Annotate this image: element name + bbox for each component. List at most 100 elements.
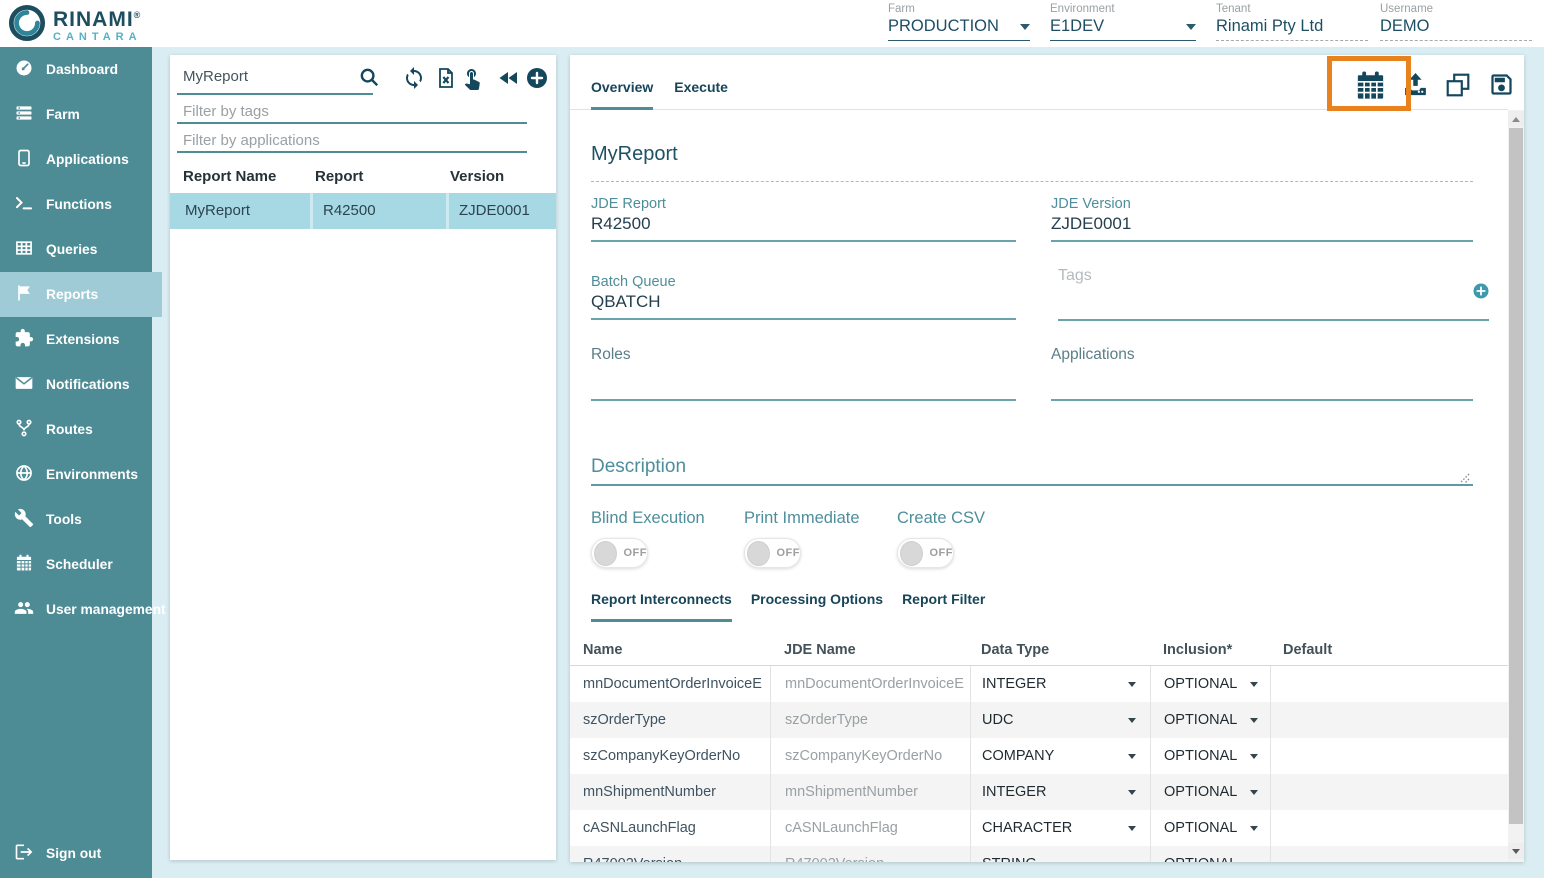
table-row: R47002Version R47002Version STRING OPTIO…	[570, 846, 1508, 862]
default-cell[interactable]	[1270, 702, 1508, 738]
subtab[interactable]: Report Filter	[902, 591, 985, 622]
add-tag-button[interactable]	[1472, 282, 1490, 305]
upload-icon[interactable]	[1402, 71, 1429, 103]
default-cell[interactable]	[1270, 738, 1508, 774]
save-icon[interactable]	[1488, 71, 1515, 103]
sidebar-item-extensions[interactable]: Extensions	[0, 317, 152, 362]
inclusion-select[interactable]: OPTIONAL	[1150, 846, 1270, 862]
sidebar-nav: Dashboard Farm Applications Functions Qu…	[0, 47, 152, 878]
jde-version-field[interactable]: ZJDE0001	[1051, 214, 1131, 234]
add-icon[interactable]	[525, 66, 549, 95]
jde-name-value: szCompanyKeyOrderNo	[785, 748, 942, 764]
farm-select[interactable]: Farm PRODUCTION	[888, 3, 1030, 41]
chevron-down-icon	[1128, 826, 1136, 831]
tenant-field[interactable]: Tenant Rinami Pty Ltd	[1216, 3, 1368, 41]
username-field[interactable]: Username DEMO	[1380, 3, 1532, 41]
inclusion-select[interactable]: OPTIONAL	[1150, 702, 1270, 738]
applications-tablet-icon	[14, 148, 34, 171]
filter-by-tags-input[interactable]	[183, 103, 513, 120]
inclusion-select[interactable]: OPTIONAL	[1150, 774, 1270, 810]
toggle-knob	[900, 541, 923, 566]
data-type-value: UDC	[982, 712, 1013, 728]
scrollbar-thumb[interactable]	[1509, 128, 1523, 824]
default-cell[interactable]	[1270, 774, 1508, 810]
subtab-label: Report Interconnects	[591, 591, 732, 607]
sidebar-item-applications[interactable]: Applications	[0, 137, 152, 182]
default-cell[interactable]	[1270, 666, 1508, 702]
interconnects-table-header: Name JDE Name Data Type Inclusion* Defau…	[570, 634, 1508, 666]
data-type-select[interactable]: COMPANY	[970, 738, 1150, 774]
jde-name-value: cASNLaunchFlag	[785, 820, 898, 836]
report-list-header: Report Name Report Version	[170, 160, 556, 193]
rewind-icon[interactable]	[497, 66, 521, 95]
sidebar-item-environments[interactable]: Environments	[0, 452, 152, 497]
search-input[interactable]	[183, 68, 351, 85]
column-header-version: Version	[446, 168, 556, 185]
triangle-up-icon	[1512, 117, 1520, 122]
interconnects-table-body: mnDocumentOrderInvoiceE mnDocumentOrderI…	[570, 666, 1508, 862]
toggle-switch[interactable]: OFF	[591, 538, 648, 568]
inclusion-select[interactable]: OPTIONAL	[1150, 810, 1270, 846]
data-type-select[interactable]: CHARACTER	[970, 810, 1150, 846]
subtab[interactable]: Report Interconnects	[591, 591, 732, 622]
filter-by-applications-input[interactable]	[183, 132, 513, 149]
toggle-switch[interactable]: OFF	[897, 538, 954, 568]
default-cell[interactable]	[1270, 846, 1508, 862]
sidebar-item-dashboard[interactable]: Dashboard	[0, 47, 152, 92]
report-title-field[interactable]: MyReport	[591, 143, 678, 166]
jde-name-cell: mnShipmentNumber	[770, 774, 970, 810]
sidebar-item-tools[interactable]: Tools	[0, 497, 152, 542]
sidebar-item-sign-out[interactable]: Sign out	[0, 831, 152, 876]
subtab[interactable]: Processing Options	[751, 591, 883, 622]
sidebar-item-farm[interactable]: Farm	[0, 92, 152, 137]
calendar-icon[interactable]	[1354, 69, 1387, 107]
tab[interactable]: Overview	[591, 55, 653, 110]
sidebar-item-routes[interactable]: Routes	[0, 407, 152, 452]
sidebar-item-functions[interactable]: Functions	[0, 182, 152, 227]
filter-tags-underline	[177, 122, 527, 124]
sidebar-item-queries[interactable]: Queries	[0, 227, 152, 272]
data-type-select[interactable]: INTEGER	[970, 666, 1150, 702]
report-list-row[interactable]: MyReport R42500 ZJDE0001	[170, 193, 556, 229]
data-type-select[interactable]: STRING	[970, 846, 1150, 862]
name-value: szCompanyKeyOrderNo	[583, 748, 740, 764]
column-header-data-type: Data Type	[970, 642, 1150, 658]
sidebar-item-scheduler[interactable]: Scheduler	[0, 542, 152, 587]
sidebar-item-user-management[interactable]: User management	[0, 587, 152, 632]
refresh-icon[interactable]	[402, 66, 426, 95]
inclusion-select[interactable]: OPTIONAL	[1150, 666, 1270, 702]
copy-icon[interactable]	[1445, 72, 1471, 103]
environment-select[interactable]: Environment E1DEV	[1050, 3, 1196, 41]
sidebar-item-notifications[interactable]: Notifications	[0, 362, 152, 407]
description-textarea[interactable]	[591, 484, 1473, 486]
column-header-inclusion: Inclusion*	[1150, 642, 1270, 658]
batch-queue-field[interactable]: QBATCH	[591, 292, 661, 312]
scrollbar-down-button[interactable]	[1508, 843, 1524, 859]
brand-name: RINAMI	[53, 8, 134, 31]
tags-field[interactable]: Tags	[1058, 267, 1092, 285]
search-icon[interactable]	[358, 66, 380, 93]
jde-report-field[interactable]: R42500	[591, 214, 651, 234]
excel-export-icon[interactable]	[434, 66, 458, 95]
resize-grip-icon[interactable]	[1456, 470, 1470, 489]
toggle-row: OFF OFF OFF	[591, 538, 1050, 568]
sidebar-item-reports[interactable]: Reports	[0, 272, 162, 317]
name-cell: mnShipmentNumber	[570, 774, 770, 810]
toggle-switch[interactable]: OFF	[744, 538, 801, 568]
chevron-down-icon	[1128, 790, 1136, 795]
tab[interactable]: Execute	[674, 55, 728, 110]
default-cell[interactable]	[1270, 810, 1508, 846]
farm-value: PRODUCTION	[888, 17, 999, 36]
scrollbar-up-button[interactable]	[1508, 111, 1524, 127]
data-type-select[interactable]: UDC	[970, 702, 1150, 738]
data-type-select[interactable]: INTEGER	[970, 774, 1150, 810]
hand-pointer-icon[interactable]	[460, 66, 484, 95]
sidebar-item-label: Dashboard	[46, 62, 118, 77]
inclusion-select[interactable]: OPTIONAL	[1150, 738, 1270, 774]
search-underline	[177, 93, 373, 95]
blind-execution-label: Blind Execution	[591, 509, 705, 528]
extensions-puzzle-icon	[14, 328, 34, 351]
table-row: szOrderType szOrderType UDC OPTIONAL	[570, 702, 1508, 738]
reports-flag-icon	[14, 283, 34, 306]
name-value: szOrderType	[583, 712, 666, 728]
